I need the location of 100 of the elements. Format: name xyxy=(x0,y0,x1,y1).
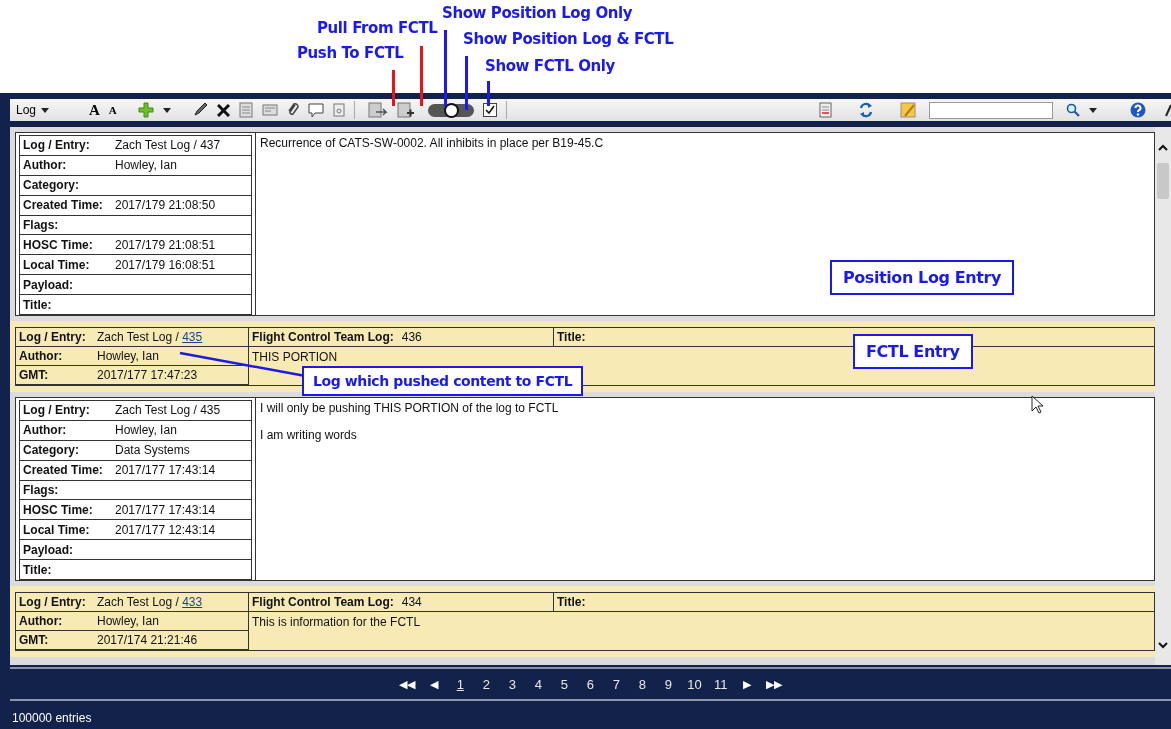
field-label: Local Time: xyxy=(23,522,91,537)
scroll-thumb[interactable] xyxy=(1157,163,1169,199)
page-button[interactable]: 2 xyxy=(473,676,500,692)
file-icon[interactable] xyxy=(332,103,345,117)
field-label: Flags: xyxy=(23,483,60,497)
field-value: 436 xyxy=(401,330,422,344)
field-label: Author: xyxy=(23,158,68,173)
field-value: Zach Test Log / 435 xyxy=(115,403,221,418)
caret-icon[interactable] xyxy=(41,107,50,113)
field-label: Title: xyxy=(557,595,586,609)
help-icon[interactable] xyxy=(1130,102,1146,118)
field-label: Author: xyxy=(19,614,64,628)
field-value: 2017/177 17:43:14 xyxy=(115,502,216,517)
page-button[interactable]: 6 xyxy=(577,676,604,692)
annotation-label: Show FCTL Only xyxy=(485,57,615,75)
annotation-label: FCTL Entry xyxy=(853,334,973,369)
last-page-button[interactable]: ▶▶ xyxy=(759,677,788,691)
entry-link[interactable]: 433 xyxy=(182,595,203,609)
field-label: Title: xyxy=(23,297,53,312)
field-label: Log / Entry: xyxy=(23,138,91,153)
entry-text: THIS PORTION xyxy=(252,350,338,364)
view-toggle[interactable] xyxy=(427,103,474,117)
field-value: Data Systems xyxy=(115,443,190,458)
caret-icon[interactable] xyxy=(1089,107,1097,113)
field-label: Flags: xyxy=(23,218,60,232)
field-label: HOSC Time: xyxy=(23,237,94,252)
next-page-button[interactable]: ▶ xyxy=(733,677,760,691)
scroll-down-icon[interactable] xyxy=(1158,642,1168,649)
scrollbar[interactable] xyxy=(1155,127,1171,665)
field-value: 2017/179 16:08:51 xyxy=(115,257,216,272)
increase-font-button[interactable]: A xyxy=(89,101,100,119)
decrease-font-button[interactable]: A xyxy=(108,104,117,116)
pull-icon[interactable] xyxy=(396,102,415,118)
search-field[interactable] xyxy=(929,101,1053,119)
field-value: 2017/177 17:43:14 xyxy=(115,463,216,478)
close-icon[interactable] xyxy=(216,103,230,117)
page-button[interactable]: 7 xyxy=(603,676,630,692)
entry-text: Recurrence of CATS-SW-0002. All inhibits in place per B19-45.C xyxy=(260,136,604,150)
field-value: Zach Test Log / 433 xyxy=(97,595,203,609)
page-button[interactable]: 9 xyxy=(655,676,682,692)
field-label: Log / Entry: xyxy=(23,403,91,418)
refresh-icon[interactable] xyxy=(859,102,873,118)
field-label: Title: xyxy=(557,330,586,344)
field-label: Payload: xyxy=(23,542,74,557)
field-label: Flight Control Team Log: xyxy=(252,330,394,344)
log-menu[interactable]: Log xyxy=(16,103,52,117)
field-value: Howley, Ian xyxy=(115,158,177,173)
field-label: Author: xyxy=(23,423,68,438)
field-value: 2017/174 21:21:46 xyxy=(97,633,198,647)
page-button[interactable]: 1 xyxy=(447,676,474,692)
field-label: Author: xyxy=(19,349,64,363)
checkbox[interactable] xyxy=(482,103,497,117)
field-value: 2017/179 21:08:51 xyxy=(115,237,216,252)
paperclip-icon[interactable] xyxy=(286,102,299,118)
field-value: 2017/177 17:47:23 xyxy=(97,368,198,382)
entry-link[interactable]: 435 xyxy=(182,330,203,344)
page-button[interactable]: 10 xyxy=(681,676,708,692)
annotation-label: Position Log Entry xyxy=(829,260,1014,295)
field-label: Category: xyxy=(23,443,80,458)
field-value: Howley, Ian xyxy=(115,423,177,438)
push-icon[interactable] xyxy=(367,102,388,118)
page-button[interactable]: 8 xyxy=(629,676,656,692)
expand-icon[interactable] xyxy=(1165,103,1171,117)
search-icon[interactable] xyxy=(1066,103,1080,117)
field-value: Howley, Ian xyxy=(97,349,159,363)
entry-text: I will only be pushing THIS PORTION of the log to FCTL xyxy=(260,401,559,415)
field-label: Title: xyxy=(23,562,53,577)
annotation-label: Log which pushed content to FCTL xyxy=(302,366,584,396)
annotation-label: Pull From FCTL xyxy=(317,19,438,37)
page-button[interactable]: 3 xyxy=(499,676,526,692)
annotation-label: Push To FCTL xyxy=(297,44,404,62)
field-label: Category: xyxy=(23,178,80,193)
entry-text: I am writing words xyxy=(260,428,357,442)
first-page-button[interactable]: ◀◀ xyxy=(393,677,422,691)
toggle-knob[interactable] xyxy=(443,102,459,118)
page-button[interactable]: 11 xyxy=(707,676,734,692)
entry-text: This is information for the FCTL xyxy=(252,615,421,629)
field-label: Local Time: xyxy=(23,257,91,272)
report-icon[interactable] xyxy=(819,102,832,118)
add-icon[interactable] xyxy=(137,102,154,118)
field-label: Created Time: xyxy=(23,463,104,478)
field-value: Zach Test Log / 437 xyxy=(115,138,221,153)
page-button[interactable]: 5 xyxy=(551,676,578,692)
entry-count: 100000 entries xyxy=(12,711,92,725)
pencil-icon[interactable] xyxy=(191,102,208,118)
field-label: Log / Entry: xyxy=(19,330,87,344)
page-button[interactable]: 4 xyxy=(525,676,552,692)
field-label: Payload: xyxy=(23,277,74,292)
field-value: Howley, Ian xyxy=(97,614,159,628)
field-label: Log / Entry: xyxy=(19,595,87,609)
previous-page-button[interactable]: ◀ xyxy=(421,677,448,691)
field-value: 2017/179 21:08:50 xyxy=(115,198,216,213)
field-value: Zach Test Log / 435 xyxy=(97,330,203,344)
field-label: GMT: xyxy=(19,633,50,647)
comment-icon[interactable] xyxy=(307,102,324,118)
scroll-up-icon[interactable] xyxy=(1158,144,1168,151)
annotation-label: Show Position Log Only xyxy=(442,4,633,22)
caret-icon[interactable] xyxy=(162,107,171,113)
annotation-label: Show Position Log & FCTL xyxy=(463,30,674,48)
field-label: Flight Control Team Log: xyxy=(252,595,394,609)
